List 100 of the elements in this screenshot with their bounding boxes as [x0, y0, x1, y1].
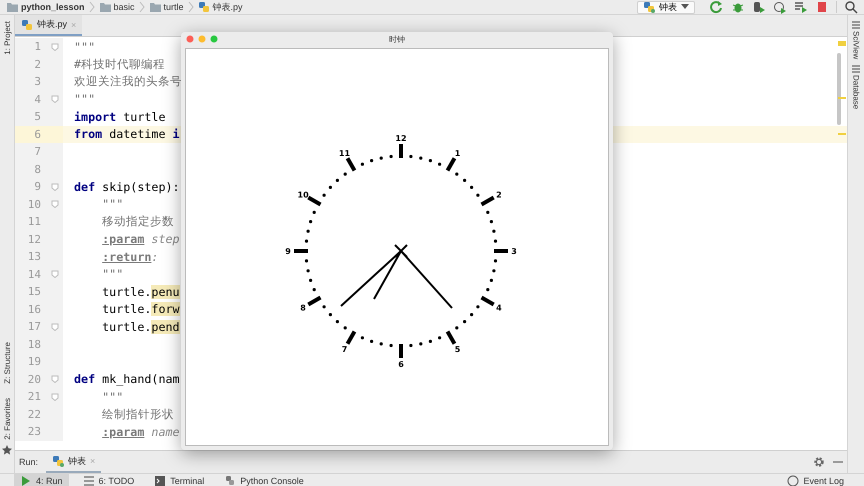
list-icon: [852, 21, 860, 29]
clock-numeral: 4: [496, 304, 502, 312]
line-number: 13: [15, 248, 63, 266]
code-line: turtle.penu: [101, 284, 180, 299]
clock-numeral: 9: [285, 247, 291, 256]
fold-marker-icon[interactable]: [51, 182, 59, 191]
line-number: 8: [15, 160, 63, 178]
tool-window-tab[interactable]: Database: [852, 75, 860, 110]
app-window[interactable]: 时钟 12 1 2 3 4 5 6 7 8 9 10 11: [181, 32, 613, 450]
code-line: import turtle: [74, 110, 166, 124]
run-icon: [20, 475, 32, 486]
python-file-icon: [198, 1, 210, 13]
todo-icon: [82, 475, 95, 486]
search-icon[interactable]: [844, 0, 858, 14]
code-line: :param step: [101, 232, 180, 246]
line-number: 6: [15, 126, 63, 143]
fold-marker-icon[interactable]: [51, 392, 59, 401]
line-number: 12: [15, 230, 63, 248]
code-line: 欢迎关注我的头条号: [74, 74, 182, 90]
coverage-icon[interactable]: [752, 0, 766, 14]
breadcrumb-item[interactable]: turtle: [164, 2, 184, 12]
window-title: 时钟: [389, 34, 405, 44]
code-line: def mk_hand(nam: [74, 372, 180, 386]
code-line: :param name: [101, 424, 180, 439]
error-stripe-mark[interactable]: [838, 133, 846, 135]
console-icon: [224, 475, 236, 486]
caret-icon: [681, 4, 689, 10]
fold-marker-icon[interactable]: [51, 42, 59, 51]
line-number: 7: [15, 143, 63, 160]
chevron-icon: [188, 1, 194, 13]
breadcrumb-item[interactable]: python_lesson: [21, 2, 85, 12]
breadcrumb-item[interactable]: basic: [114, 2, 135, 12]
line-number: 1: [15, 38, 63, 56]
code-line: :return:: [101, 250, 158, 264]
clock-numeral: 10: [298, 190, 309, 200]
clock-numeral: 5: [454, 344, 460, 354]
line-number: 22: [15, 406, 63, 423]
tool-window-button[interactable]: Python Console: [218, 474, 310, 486]
line-number: 18: [15, 336, 63, 353]
folder-icon: [148, 1, 161, 13]
tool-window-tab[interactable]: 1: Project: [2, 19, 12, 57]
code-line: """: [74, 40, 96, 54]
window-controls-icon[interactable]: [186, 35, 220, 43]
editor-tab[interactable]: 钟表.py ×: [15, 15, 82, 36]
list-icon: [852, 65, 860, 74]
line-number: 23: [15, 423, 63, 440]
fold-marker-icon[interactable]: [51, 322, 59, 331]
line-number: 19: [15, 353, 63, 370]
chevron-icon: [88, 1, 95, 13]
line-number: 21: [15, 388, 63, 406]
code-line: def skip(step):: [74, 180, 180, 194]
clock-numeral: 1: [454, 149, 460, 158]
line-number: 3: [15, 73, 63, 90]
gear-icon[interactable]: [813, 456, 825, 468]
code-line: #科技时代聊编程: [74, 56, 166, 72]
code-line: turtle.forw: [101, 302, 180, 316]
folder-icon: [98, 1, 111, 13]
line-number: 11: [15, 213, 63, 230]
code-line: """: [101, 390, 124, 404]
line-number: 2: [15, 56, 63, 73]
tool-window-tab[interactable]: SciView: [852, 31, 860, 60]
speech-bubble-icon: [787, 475, 800, 486]
stop-icon[interactable]: [815, 0, 829, 14]
clock-numeral: 7: [342, 344, 348, 354]
clock-numeral: 12: [395, 134, 407, 143]
code-line: """: [74, 92, 96, 106]
rerun-icon[interactable]: [710, 0, 724, 14]
line-number: 15: [15, 283, 63, 300]
scrollbar-thumb[interactable]: [837, 53, 841, 125]
star-icon[interactable]: [2, 445, 12, 455]
terminal-icon: [154, 475, 166, 486]
tool-window-tab[interactable]: Z: Structure: [2, 340, 12, 386]
tool-window-button[interactable]: 6: TODO: [76, 474, 140, 486]
clock-numeral: 8: [300, 304, 306, 312]
error-stripe-mark[interactable]: [838, 41, 846, 46]
error-stripe-mark[interactable]: [838, 97, 846, 99]
tool-window-button[interactable]: 4: Run: [14, 474, 69, 486]
tool-window-tab[interactable]: 2: Favorites: [2, 396, 12, 442]
run-list-icon[interactable]: [794, 0, 808, 14]
code-line: 移动指定步数: [101, 214, 174, 230]
python-file-icon: [52, 455, 64, 467]
clock-numeral: 3: [511, 247, 517, 256]
run-configuration-dropdown[interactable]: 钟表: [637, 0, 695, 14]
code-line: 绘制指针形状: [101, 406, 174, 422]
line-number: 16: [15, 300, 63, 318]
tool-window-button[interactable]: Terminal: [148, 474, 210, 486]
clock-numeral: 6: [398, 360, 404, 369]
python-file-icon: [643, 1, 655, 13]
breadcrumb-item[interactable]: 钟表.py: [212, 0, 243, 14]
code-line: turtle.pend: [101, 320, 180, 334]
folder-icon: [6, 1, 18, 13]
panel-label: Run:: [19, 457, 38, 467]
code-line: """: [101, 267, 124, 282]
code-line: """: [101, 197, 124, 212]
clock-numeral: 11: [338, 149, 350, 158]
event-log-button[interactable]: Event Log: [781, 474, 850, 486]
line-number: 5: [15, 108, 63, 126]
line-number: 17: [15, 318, 63, 336]
code-line: from datetime i: [74, 127, 180, 142]
profile-icon[interactable]: [773, 0, 787, 14]
